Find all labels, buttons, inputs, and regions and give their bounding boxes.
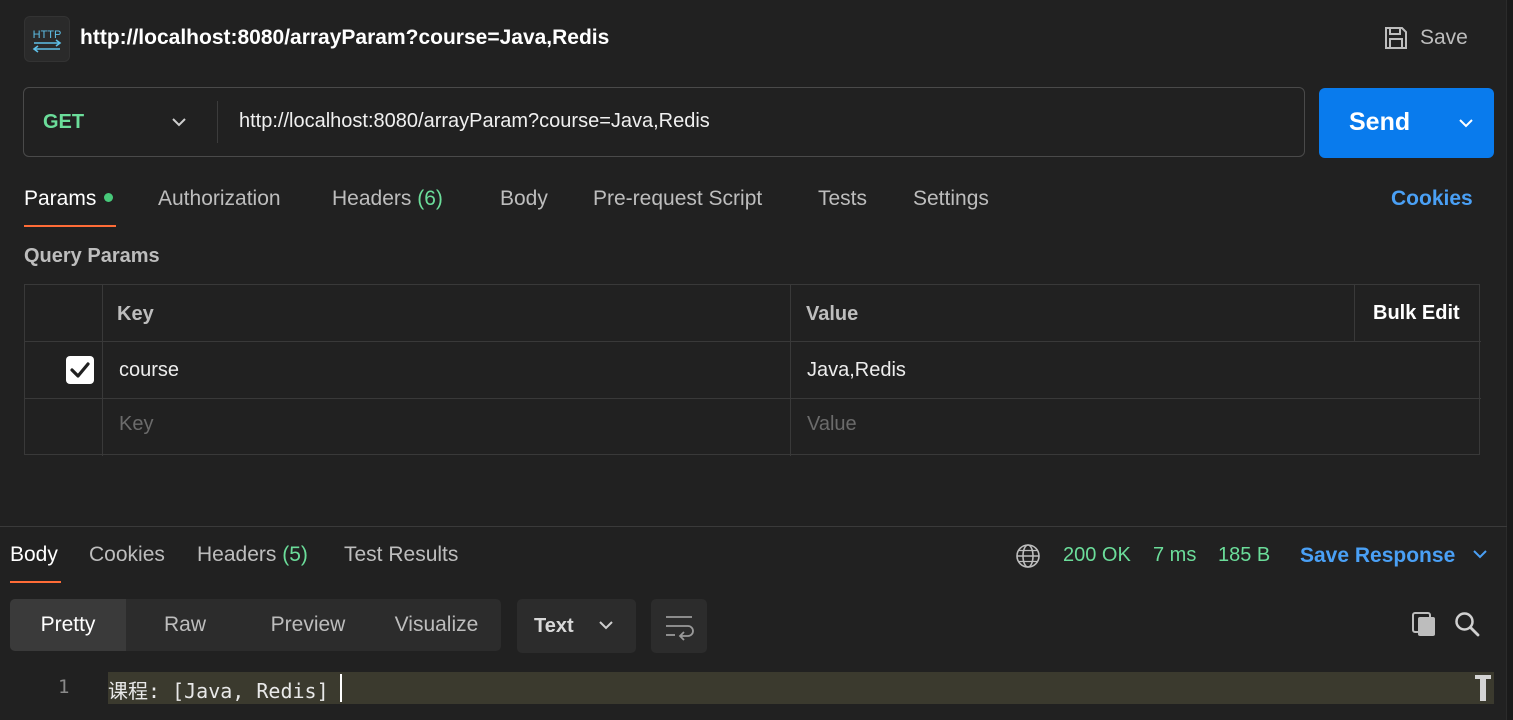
save-icon	[1385, 27, 1407, 49]
view-visualize[interactable]: Visualize	[372, 599, 501, 651]
window-edge	[1506, 0, 1513, 720]
active-response-tab-indicator	[10, 581, 61, 583]
tab-authorization[interactable]: Authorization	[158, 187, 281, 211]
chevron-down-icon[interactable]	[1457, 114, 1475, 132]
line-number: 1	[58, 676, 70, 698]
response-tab-test-results[interactable]: Test Results	[344, 543, 458, 567]
tab-label: Headers	[197, 543, 277, 566]
response-divider	[0, 526, 1507, 527]
tab-body[interactable]: Body	[500, 187, 548, 211]
param-enabled-checkbox[interactable]	[66, 356, 94, 384]
column-divider	[790, 285, 791, 456]
response-tab-body[interactable]: Body	[10, 543, 58, 567]
param-key-cell[interactable]: course	[119, 359, 179, 382]
status-code[interactable]: 200 OK	[1063, 544, 1131, 567]
tab-headers[interactable]: Headers (6)	[332, 187, 443, 211]
column-header-key: Key	[117, 303, 154, 325]
response-time[interactable]: 7 ms	[1153, 544, 1196, 567]
query-params-table: Key Value Bulk Edit course Java,Redis Ke…	[24, 284, 1481, 456]
send-label: Send	[1349, 108, 1411, 136]
url-divider	[217, 101, 218, 143]
response-tab-headers[interactable]: Headers (5)	[197, 543, 308, 567]
tab-pre-request-script[interactable]: Pre-request Script	[593, 187, 762, 211]
save-response-button[interactable]: Save Response	[1300, 544, 1489, 568]
response-body-text[interactable]: 课程: [Java, Redis]	[108, 675, 329, 704]
check-icon	[70, 362, 90, 378]
method-select[interactable]: GET	[43, 111, 84, 134]
tab-settings[interactable]: Settings	[913, 187, 989, 211]
http-icon: HTTP	[24, 16, 70, 62]
column-divider	[1354, 285, 1355, 342]
row-divider	[25, 398, 1481, 399]
http-icon-label: HTTP	[33, 29, 62, 41]
bulk-edit-button[interactable]: Bulk Edit	[1373, 302, 1460, 325]
format-select-value: Text	[534, 615, 574, 637]
chevron-down-icon	[1473, 550, 1487, 559]
format-select[interactable]: Text	[517, 599, 636, 653]
wrap-lines-icon	[666, 616, 694, 641]
save-button[interactable]: Save	[1382, 22, 1468, 54]
param-value-cell[interactable]: Java,Redis	[807, 359, 906, 382]
chevron-down-icon[interactable]	[170, 113, 188, 131]
tab-label: Headers	[332, 187, 412, 210]
url-input[interactable]: http://localhost:8080/arrayParam?course=…	[239, 110, 710, 133]
new-param-value-input[interactable]: Value	[807, 413, 857, 436]
wrap-lines-button[interactable]	[651, 599, 707, 653]
request-title[interactable]: http://localhost:8080/arrayParam?course=…	[80, 26, 609, 50]
tab-label: Params	[24, 187, 97, 210]
save-response-label: Save Response	[1300, 544, 1456, 567]
row-divider	[25, 341, 1481, 342]
send-button[interactable]: Send	[1319, 88, 1494, 158]
query-params-heading: Query Params	[24, 245, 160, 267]
response-tab-cookies[interactable]: Cookies	[89, 543, 165, 567]
column-header-value: Value	[806, 303, 859, 325]
search-icon[interactable]	[1453, 610, 1481, 638]
column-divider	[102, 285, 103, 456]
response-size[interactable]: 185 B	[1218, 544, 1270, 567]
tab-tests[interactable]: Tests	[818, 187, 867, 211]
tab-params[interactable]: Params	[24, 187, 114, 211]
view-pretty[interactable]: Pretty	[10, 599, 126, 651]
text-cursor	[340, 674, 342, 702]
active-tab-indicator	[24, 225, 116, 227]
globe-icon[interactable]	[1015, 543, 1041, 569]
response-headers-count: (5)	[282, 543, 308, 566]
params-active-dot	[104, 192, 114, 202]
save-label: Save	[1420, 26, 1468, 49]
headers-count: (6)	[417, 187, 443, 210]
view-raw[interactable]: Raw	[126, 599, 244, 651]
new-param-key-input[interactable]: Key	[119, 413, 153, 436]
text-cursor-marker-icon	[1475, 675, 1491, 701]
copy-icon[interactable]	[1410, 610, 1438, 638]
response-view-switcher: Pretty Raw Preview Visualize	[10, 599, 501, 651]
cookies-link[interactable]: Cookies	[1391, 187, 1473, 211]
view-preview[interactable]: Preview	[244, 599, 372, 651]
chevron-down-icon	[599, 621, 613, 630]
